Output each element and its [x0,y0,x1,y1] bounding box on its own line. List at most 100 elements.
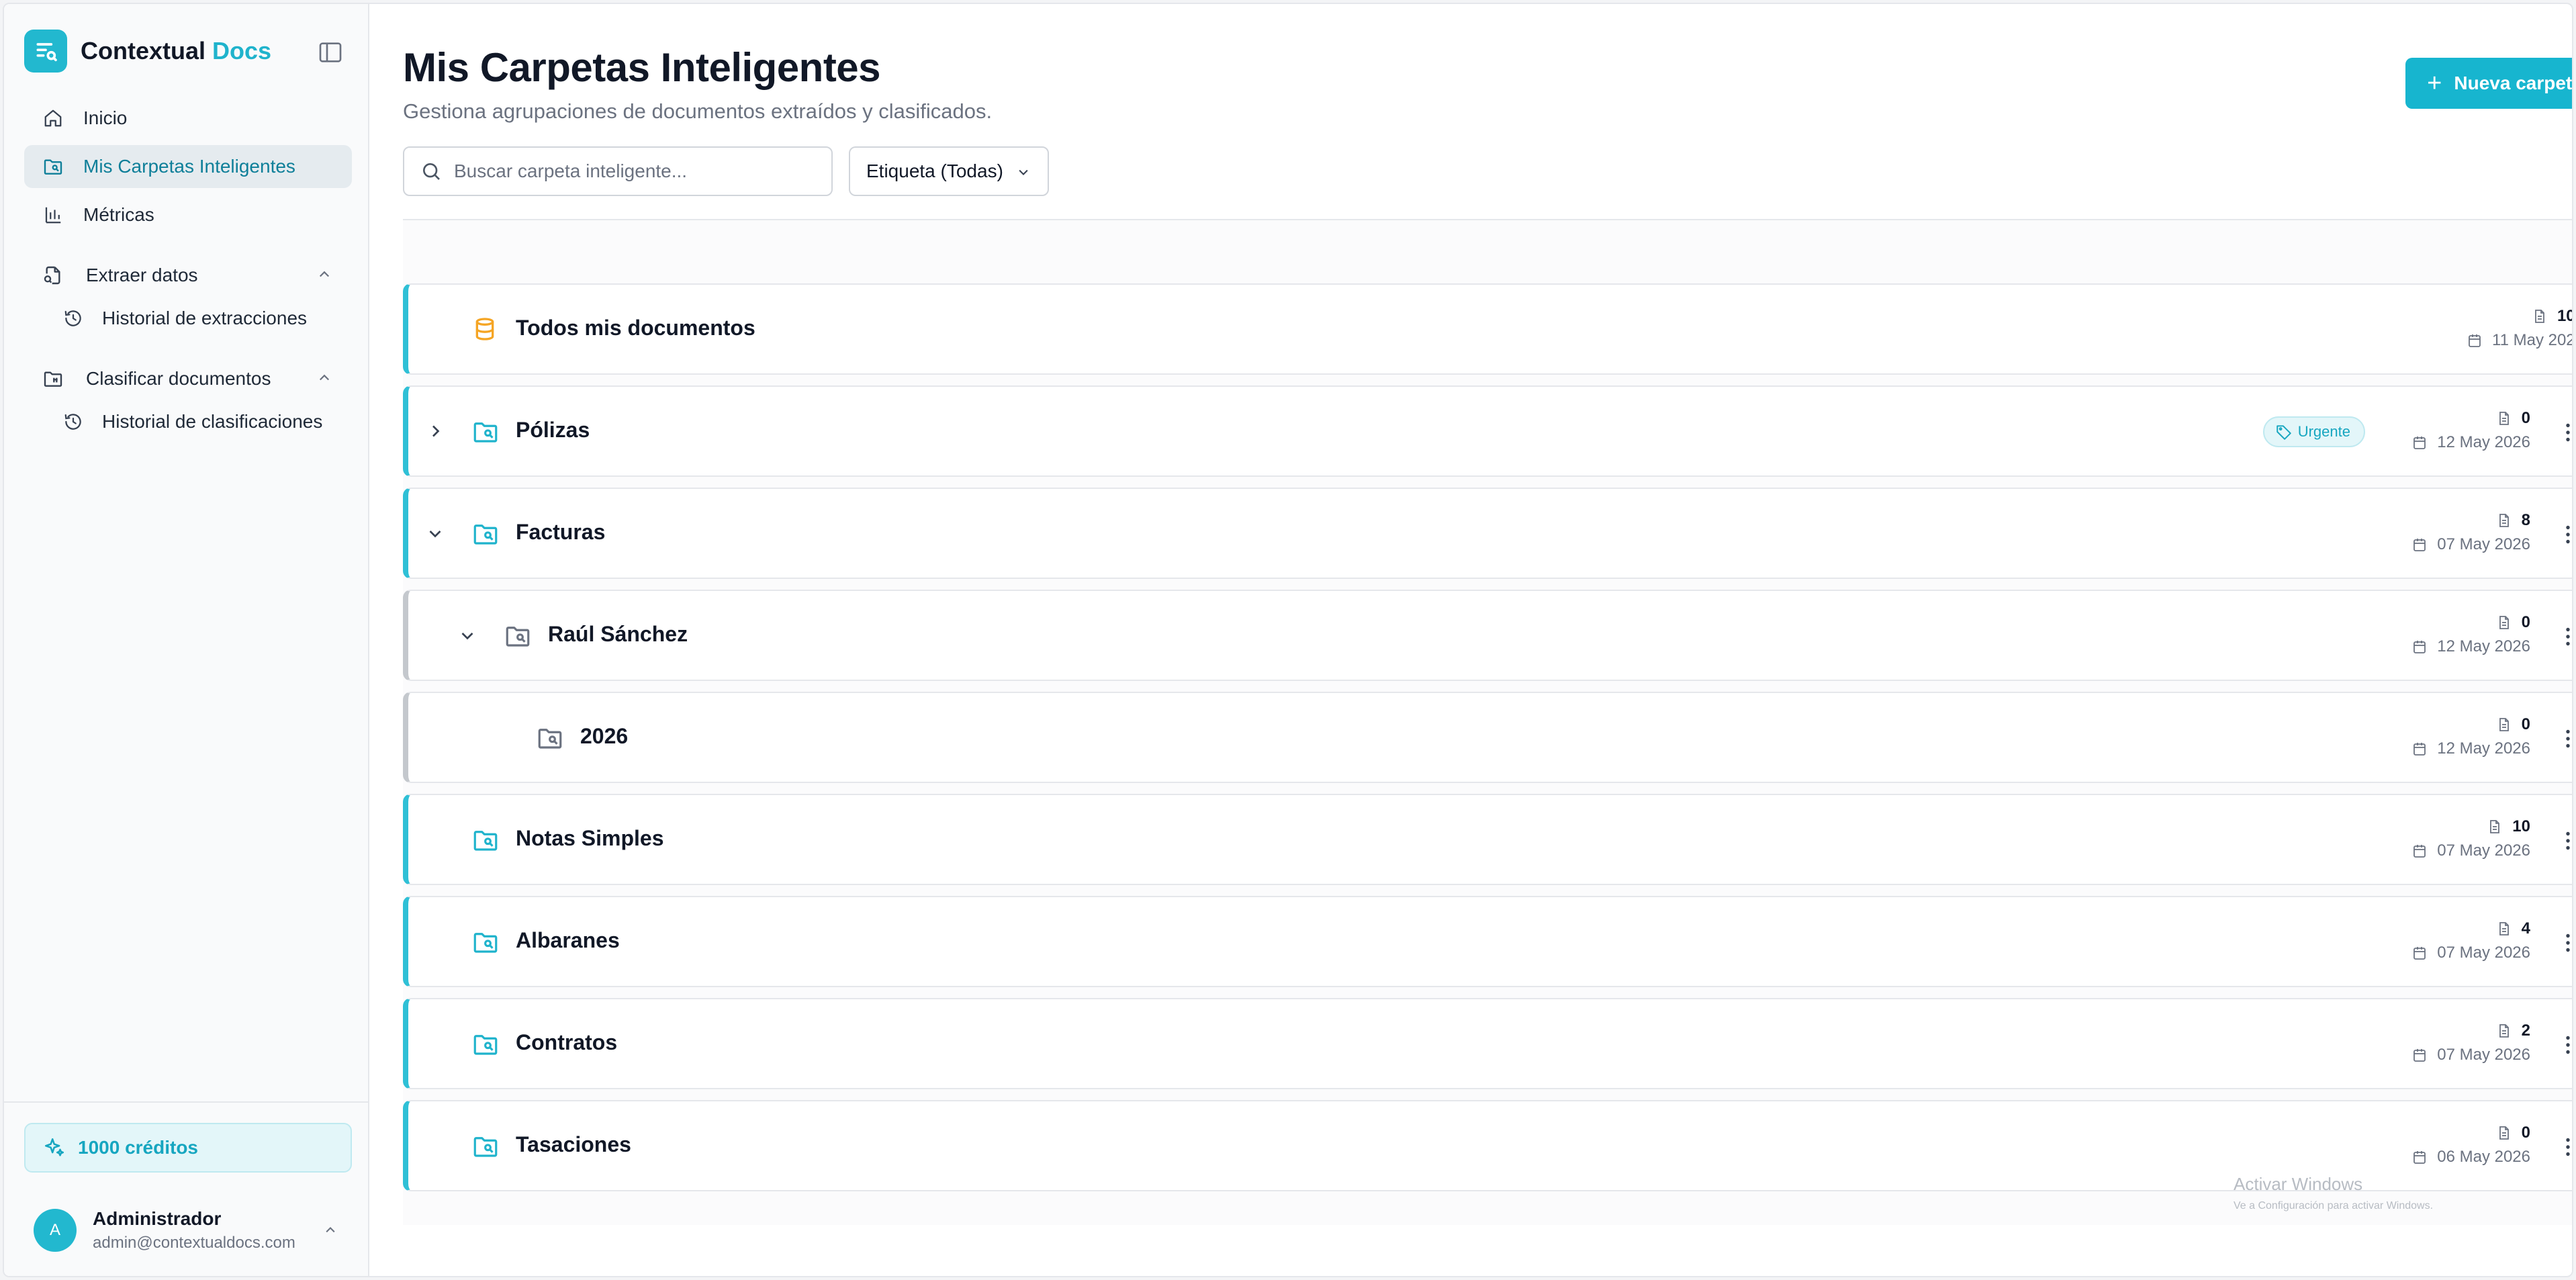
folder-meta: 8 07 May 2026 [2411,509,2530,556]
more-options-icon[interactable] [2556,521,2572,548]
document-icon [2499,922,2509,935]
folder-row-contratos[interactable]: Contratos 2 07 May 2026 [403,998,2572,1089]
sidebar-toggle-icon[interactable] [317,39,344,66]
document-icon [2499,1024,2509,1038]
folder-meta: 0 06 May 2026 [2411,1122,2530,1169]
user-menu[interactable]: A Administrador admin@contextualdocs.com [34,1203,349,1257]
sidebar-item-label: Historial de extracciones [102,308,308,328]
folder-row-all[interactable]: Todos mis documentos 107 11 May 2026 [403,283,2572,375]
doc-search-icon [24,30,67,73]
history-icon [63,412,83,432]
sidebar-footer: 1000 créditos A Administrador admin@cont… [4,1101,368,1276]
folder-date: 07 May 2026 [2437,535,2530,553]
new-folder-button[interactable]: + Nueva carpeta [2405,58,2572,109]
folder-row-facturas[interactable]: Facturas 8 07 May 2026 [403,488,2572,579]
folder-list: Todos mis documentos 107 11 May 2026 Pól… [403,283,2572,1202]
folder-meta: 0 12 May 2026 [2411,611,2530,658]
document-count: 4 [2521,919,2530,938]
sidebar: Contextual Docs Inicio Mis Carpetas Inte… [4,4,369,1276]
smart-folder-icon [42,155,64,178]
folder-meta: 4 07 May 2026 [2411,917,2530,964]
search-icon [423,163,440,180]
document-count: 2 [2521,1021,2530,1040]
chevron-up-icon[interactable] [321,1221,340,1240]
folder-meta: 107 11 May 2026 [2467,305,2572,352]
page-subtitle: Gestiona agrupaciones de documentos extr… [403,99,993,123]
sidebar-group-label: Clasificar documentos [86,368,271,389]
search-input[interactable] [454,161,817,182]
folder-name: Todos mis documentos [516,316,755,340]
smart-folder-icon [471,418,500,445]
more-options-icon[interactable] [2556,827,2572,854]
user-email: admin@contextualdocs.com [93,1234,295,1252]
sidebar-item-label: Inicio [83,107,128,128]
smart-folder-icon [471,928,500,955]
document-count: 0 [2521,1124,2530,1142]
file-search-icon [42,264,64,287]
chevron-down-icon [1014,163,1033,181]
main-content: Mis Carpetas Inteligentes Gestiona agrup… [369,4,2572,1276]
sidebar-item-metricas[interactable]: Métricas [24,193,352,236]
sidebar-group-clasificar[interactable]: Clasificar documentos [24,357,352,400]
folder-row-raul-sanchez[interactable]: Raúl Sánchez 0 12 May 2026 [403,590,2572,681]
document-count: 8 [2521,511,2530,529]
chevron-up-icon[interactable] [314,368,334,388]
calendar-icon [2413,1049,2426,1062]
sidebar-nav: Inicio Mis Carpetas Inteligentes Métrica… [24,97,352,443]
sidebar-group-label: Extraer datos [86,265,198,285]
folder-meta: 10 07 May 2026 [2411,815,2530,862]
document-icon [2499,718,2509,731]
folder-date: 12 May 2026 [2437,739,2530,758]
sparkles-icon [44,1138,64,1156]
folder-meta: 2 07 May 2026 [2411,1019,2530,1066]
folder-date: 07 May 2026 [2437,944,2530,962]
sidebar-item-mis-carpetas[interactable]: Mis Carpetas Inteligentes [24,145,352,188]
calendar-icon [2413,845,2426,858]
sidebar-item-historial-clasificaciones[interactable]: Historial de clasificaciones [24,400,352,443]
sidebar-group-extraer[interactable]: Extraer datos [24,254,352,297]
search-box[interactable] [403,146,833,196]
more-options-icon[interactable] [2556,929,2572,956]
smart-folder-icon [504,622,532,649]
more-options-icon[interactable] [2556,623,2572,650]
more-options-icon[interactable] [2556,419,2572,446]
calendar-icon [2469,334,2481,347]
folder-row-polizas[interactable]: Pólizas Urgente 0 12 May 2026 [403,385,2572,477]
document-count: 0 [2521,613,2530,631]
folder-name: Tasaciones [516,1132,631,1156]
tag-badge[interactable]: Urgente [2262,416,2365,447]
folder-name: Facturas [516,520,606,544]
document-icon [2490,820,2500,833]
document-count: 0 [2521,715,2530,733]
more-options-icon[interactable] [2556,1032,2572,1058]
folder-name: Pólizas [516,418,590,442]
brand[interactable]: Contextual Docs [24,30,271,73]
user-name: Administrador [93,1208,222,1229]
folder-date: 12 May 2026 [2437,433,2530,451]
sidebar-item-label: Historial de clasificaciones [102,411,323,432]
more-options-icon[interactable] [2556,725,2572,752]
folder-row-notas-simples[interactable]: Notas Simples 10 07 May 2026 [403,794,2572,885]
folder-row-albaranes[interactable]: Albaranes 4 07 May 2026 [403,896,2572,987]
database-icon [471,316,500,342]
folder-date: 12 May 2026 [2437,637,2530,655]
sidebar-item-inicio[interactable]: Inicio [24,97,352,140]
chevron-right-icon[interactable] [423,419,447,443]
tag-filter-value: Etiqueta (Todas) [866,161,1003,181]
home-icon [42,107,64,130]
folder-tags-icon [42,367,64,390]
chevron-down-icon[interactable] [455,623,479,647]
folder-name: Notas Simples [516,826,664,850]
folder-row-2026[interactable]: 2026 0 12 May 2026 [403,692,2572,783]
watermark-title: Activar Windows [2234,1174,2363,1194]
credits-badge[interactable]: 1000 créditos [24,1123,352,1173]
sidebar-item-historial-extracciones[interactable]: Historial de extracciones [24,297,352,340]
folder-name: Raúl Sánchez [548,622,688,646]
chevron-up-icon[interactable] [314,265,334,285]
more-options-icon[interactable] [2556,1134,2572,1160]
folder-date: 06 May 2026 [2437,1148,2530,1166]
folder-name: Albaranes [516,928,620,952]
bar-chart-icon [42,203,64,226]
tag-filter-select[interactable]: Etiqueta (Todas) [849,146,1049,196]
chevron-down-icon[interactable] [423,521,447,545]
